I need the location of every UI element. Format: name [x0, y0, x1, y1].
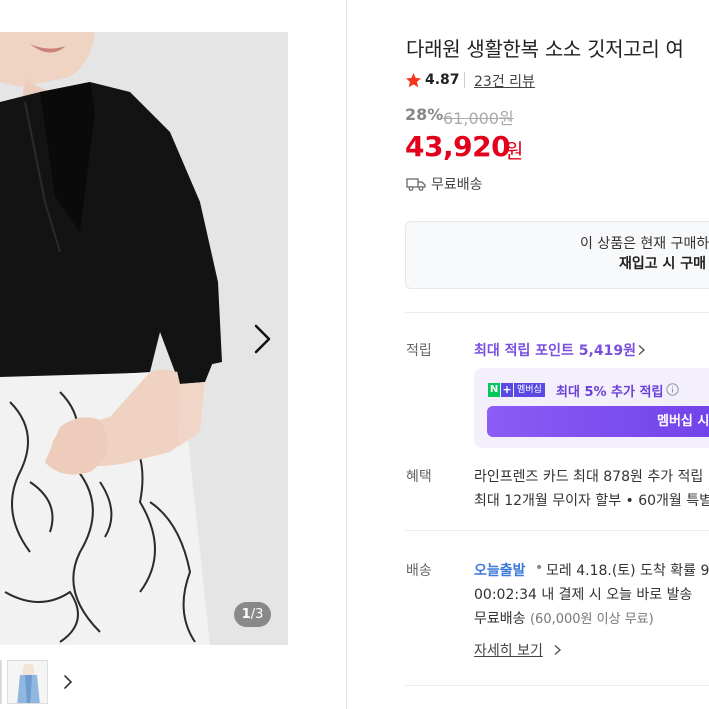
review-count-link[interactable]: 23건 리뷰: [474, 71, 535, 91]
info-icon[interactable]: [666, 383, 679, 396]
max-points-amount: 5,419원: [578, 343, 636, 359]
section-divider: [405, 685, 709, 686]
section-divider: [405, 312, 709, 313]
chevron-right-icon: [638, 344, 646, 356]
shipping-free-condition: (60,000원 이상 무료): [529, 612, 654, 627]
image-counter: 1/3: [234, 602, 271, 627]
star-icon: [406, 73, 421, 88]
truck-icon: [406, 178, 426, 191]
restock-notice-line2: 재입고 시 구매: [619, 256, 707, 272]
shipping-row-label: 배송: [406, 563, 432, 579]
rating-separator: [464, 72, 465, 88]
today-ship-badge: 오늘출발: [474, 563, 526, 579]
discount-rate: 28%: [405, 105, 444, 124]
shipping-detail-link[interactable]: 자세히 보기: [474, 640, 543, 660]
points-row-label: 적립: [406, 343, 432, 359]
section-divider: [405, 530, 709, 531]
membership-extra-points: 최대 5% 추가 적립: [556, 385, 664, 400]
membership-badge: 멤버십: [514, 383, 545, 397]
thumbnail-2-image: [8, 661, 47, 703]
shipping-separator-dot: •: [535, 560, 544, 576]
product-title: 다래원 생활한복 소소 깃저고리 여: [406, 37, 684, 61]
naver-n-badge: N: [488, 383, 500, 397]
image-counter-current: 1: [241, 607, 251, 622]
product-main-image[interactable]: [0, 32, 288, 645]
rating-value: 4.87: [425, 72, 460, 88]
max-points-text: 최대 적립 포인트: [474, 343, 579, 359]
benefits-row-label: 혜택: [406, 469, 432, 485]
gallery-next-chevron-right-icon[interactable]: [248, 322, 276, 356]
shipping-free-label: 무료배송: [474, 611, 530, 627]
shipping-free-info: 무료배송 (60,000원 이상 무료): [474, 608, 654, 628]
original-price: 61,000원: [443, 109, 514, 128]
shipping-arrival-estimate: 모레 4.18.(토) 도착 확률 98: [546, 563, 709, 579]
chevron-right-icon: [554, 644, 562, 656]
membership-start-button[interactable]: 멤버십 시: [487, 406, 709, 437]
thumbnail-1[interactable]: [0, 660, 2, 704]
sale-price-unit: 원: [505, 139, 524, 163]
shipping-deadline: 00:02:34 내 결제 시 오늘 바로 발송: [474, 587, 693, 603]
benefit-installment: 최대 12개월 무이자 할부 • 60개월 특별: [474, 493, 709, 509]
benefit-card-points: 라인프렌즈 카드 최대 878원 추가 적립: [474, 469, 704, 485]
thumbnails-next-chevron-right-icon[interactable]: [60, 672, 76, 692]
free-delivery-label: 무료배송: [431, 177, 483, 193]
image-counter-total: /3: [250, 607, 264, 622]
plus-badge: +: [501, 383, 513, 397]
thumbnail-2[interactable]: [7, 660, 48, 704]
max-points-link[interactable]: 최대 적립 포인트 5,419원: [474, 340, 636, 360]
restock-notice-line1: 이 상품은 현재 구매하: [580, 236, 709, 252]
product-info-panel: 다래원 생활한복 소소 깃저고리 여 4.87 23건 리뷰 28% 61,00…: [347, 0, 709, 709]
thumbnail-strip: [0, 660, 346, 704]
product-gallery: 1/3: [0, 0, 346, 709]
model-photo: [0, 32, 288, 645]
sale-price: 43,920: [405, 130, 511, 163]
